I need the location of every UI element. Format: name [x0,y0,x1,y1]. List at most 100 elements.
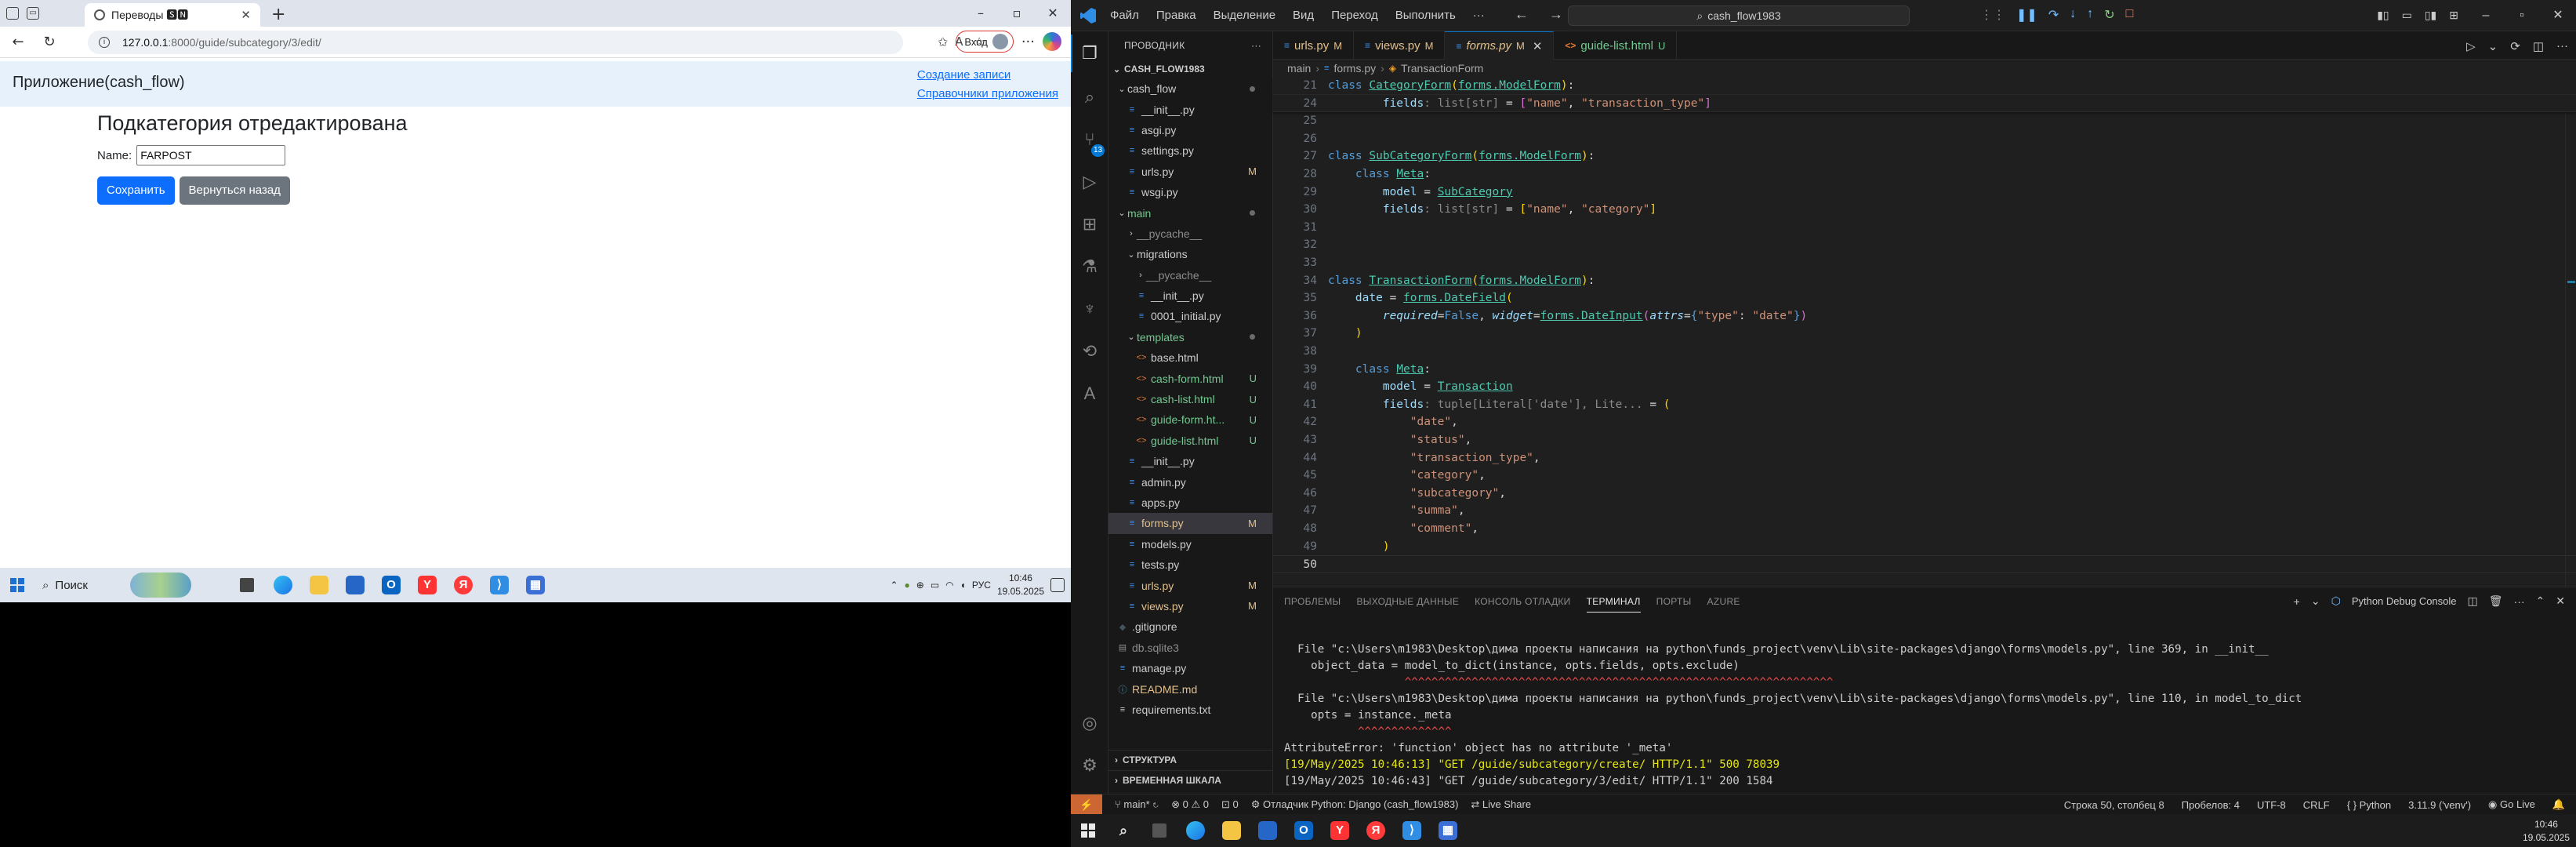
ports-indicator[interactable]: ⊡ 0 [1221,798,1239,811]
copilot-icon[interactable] [1043,32,1061,51]
breadcrumb-file[interactable]: forms.py [1333,62,1376,75]
reload-icon[interactable]: ↻ [41,34,58,50]
menu-file[interactable]: Файл [1110,9,1139,22]
login-button[interactable]: Вход [956,31,1014,53]
remote-explorer-icon[interactable]: ⟲ [1080,342,1099,361]
save-button[interactable]: Сохранить [97,176,175,205]
outline-section[interactable]: › СТРУКТУРА [1108,750,1273,769]
step-into-icon[interactable]: ↓ [2070,7,2076,23]
split-editor-icon[interactable]: ◫ [2533,39,2544,53]
menu-edit[interactable]: Правка [1156,9,1196,22]
line-ending[interactable]: CRLF [2303,799,2330,811]
yandex-browser-icon[interactable]: Я [448,570,478,600]
file-explorer-icon[interactable] [1217,816,1246,845]
vscode-taskbar-icon[interactable]: ⟩ [484,570,514,600]
tree-file[interactable]: ≡ requirements.txt [1108,700,1272,720]
tab-views-py[interactable]: ≡ views.py M [1354,31,1446,60]
tree-file[interactable]: ≡ manage.py [1108,658,1272,678]
outlook-icon[interactable]: O [376,570,406,600]
wifi-icon[interactable]: ◠ [945,580,953,591]
tree-folder[interactable]: › __pycache__ [1108,224,1272,244]
yandex-icon[interactable]: Y [1325,816,1355,845]
encoding[interactable]: UTF-8 [2257,799,2286,811]
testing-icon[interactable]: ⚗ [1080,257,1099,276]
minimize-icon[interactable]: – [2468,0,2504,31]
manage-gear-icon[interactable]: ⚙ [1080,756,1099,775]
run-dropdown-icon[interactable]: ⌄ [2488,39,2498,53]
tree-file[interactable]: <> base.html [1108,347,1272,368]
vscode-taskbar-icon[interactable]: ⟩ [1397,816,1427,845]
tree-file[interactable]: ≡ __init__.py [1108,99,1272,119]
extensions-icon[interactable]: ⊞ [1080,215,1099,234]
battery-icon[interactable]: ▭ [931,580,939,591]
debug-config[interactable]: ⚙ Отладчик Python: Django (cash_flow1983… [1251,798,1459,811]
command-center[interactable]: ⌕ cash_flow1983 [1568,5,1910,26]
tree-file[interactable]: <> guide-form.ht... U [1108,409,1272,430]
tree-file[interactable]: ≡ urls.py M [1108,575,1272,595]
workspaces-icon[interactable] [6,7,19,20]
python-interpreter[interactable]: 3.11.9 ('venv') [2408,799,2471,811]
terminal-profile[interactable]: Python Debug Console [2352,595,2457,607]
tree-file[interactable]: ≡ admin.py [1108,471,1272,492]
tree-file[interactable]: ≡ models.py [1108,534,1272,554]
tree-folder[interactable]: ⌄ migrations [1108,244,1272,264]
yandex-browser-icon[interactable]: Я [1361,816,1391,845]
close-tab-icon[interactable]: ✕ [241,8,251,22]
tree-folder[interactable]: › __pycache__ [1108,265,1272,285]
new-tab-icon[interactable]: + [271,5,285,24]
restore-icon[interactable]: ▫ [999,0,1035,27]
more-actions-icon[interactable]: ··· [2556,39,2568,53]
back-icon[interactable]: ← [9,34,27,50]
new-terminal-icon[interactable]: + [2294,595,2300,608]
debug-console-icon[interactable]: ⬡ [2331,594,2341,608]
customize-layout-icon[interactable]: ⊞ [2449,9,2458,22]
minimize-icon[interactable]: – [963,0,999,27]
nav-forward-icon[interactable]: → [1549,6,1563,23]
run-debug-icon[interactable]: ▷ [1080,173,1099,191]
tree-file[interactable]: ◆ .gitignore [1108,616,1272,637]
tree-file[interactable]: ≡ urls.py M [1108,162,1272,182]
tab-urls-py[interactable]: ≡ urls.py M [1273,31,1355,60]
breadcrumb-symbol[interactable]: TransactionForm [1401,62,1483,75]
notifications-bell-icon[interactable]: 🔔 [2552,798,2565,811]
code-editor[interactable]: 21 class CategoryForm(forms.ModelForm): 2… [1273,77,2576,587]
edge-icon[interactable] [268,570,298,600]
store-icon[interactable] [1253,816,1283,845]
restart-icon[interactable]: ↻ [2104,7,2114,23]
task-view-icon[interactable] [1145,816,1174,845]
tree-file[interactable]: ≡ 0001_initial.py [1108,306,1272,326]
problems-indicator[interactable]: ⊗ 0 ⚠ 0 [1171,798,1209,811]
volume-icon[interactable]: ◖ [960,580,966,591]
file-explorer-icon[interactable] [304,570,334,600]
start-button[interactable] [1071,813,1105,847]
tree-folder[interactable]: ⌄ main [1108,202,1272,223]
pause-icon[interactable]: ❚❚ [2016,7,2037,23]
explorer-icon[interactable]: ❐ [1080,44,1099,63]
tree-file[interactable]: <> guide-list.html U [1108,431,1272,451]
edge-icon[interactable] [1181,816,1210,845]
timeline-section[interactable]: › ВРЕМЕННАЯ ШКАЛА [1108,770,1273,789]
toggle-panel-icon[interactable]: ▭ [2402,9,2412,22]
tab-guide-list-html[interactable]: <> guide-list.html U [1554,31,1678,60]
stop-icon[interactable]: □ [2126,7,2134,23]
tab-forms-py[interactable]: ≡ forms.py M ✕ [1445,31,1555,60]
tree-file[interactable]: <> cash-form.html U [1108,368,1272,388]
calculator-icon[interactable]: ▦ [1433,816,1463,845]
more-options-icon[interactable]: ··· [1021,34,1035,50]
accounts-icon[interactable]: ◎ [1080,714,1099,732]
drag-handle-icon[interactable]: ⋮⋮ [1980,7,2005,23]
explorer-more-icon[interactable]: ··· [1251,40,1261,51]
nav-back-icon[interactable]: ← [1515,6,1529,23]
clock[interactable]: 10:46 19.05.2025 [2523,818,2570,845]
tree-file[interactable]: ≡ asgi.py [1108,120,1272,140]
menu-go[interactable]: Переход [1331,9,1378,22]
language-mode[interactable]: { } Python [2347,799,2391,811]
app-brand[interactable]: Приложение(cash_flow) [13,74,185,92]
tab-output[interactable]: ВЫХОДНЫЕ ДАННЫЕ [1356,596,1459,607]
calculator-icon[interactable]: ▦ [521,570,550,600]
maximize-panel-icon[interactable]: ⌃ [2536,594,2545,608]
toggle-sidebar-icon[interactable]: ▮▯ [2377,9,2389,22]
search-icon[interactable]: ⌕ [1108,816,1138,845]
tab-problems[interactable]: ПРОБЛЕМЫ [1284,596,1341,607]
kill-terminal-icon[interactable]: 🗑 [2489,594,2503,608]
